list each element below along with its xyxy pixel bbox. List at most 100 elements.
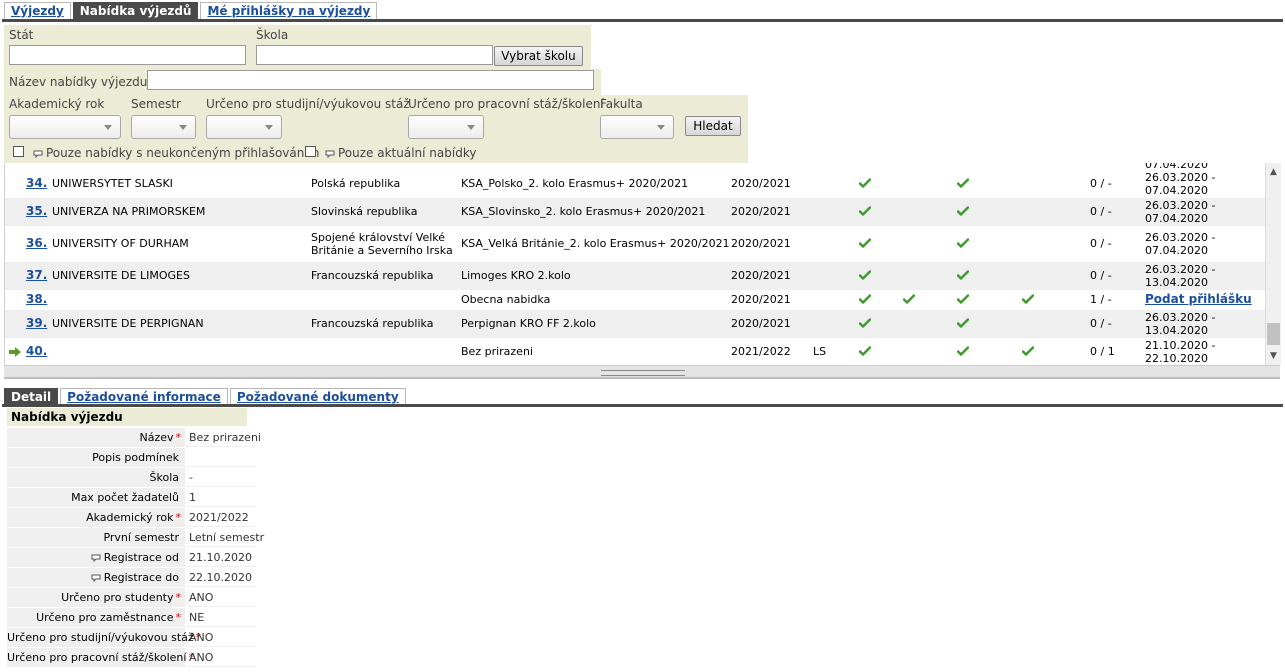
scroll-thumb[interactable]	[1267, 323, 1280, 345]
row-datum-do: 13.04.2020	[1145, 324, 1208, 337]
detail-label: Určeno pro zaměstnance *	[7, 608, 185, 627]
stat-input[interactable]	[9, 45, 246, 65]
aktualni-label: Pouze aktuální nabídky	[325, 146, 476, 160]
tab-vyjezdy[interactable]: Výjezdy	[4, 2, 71, 19]
skola-input[interactable]	[256, 45, 493, 65]
tab-pozadovane-informace[interactable]: Požadované informace	[60, 388, 228, 405]
detail-label-text: Registrace do	[103, 571, 179, 584]
detail-value	[186, 448, 256, 467]
neukoncene-text: Pouze nabídky s neukončeným přihlašování…	[46, 146, 320, 160]
vybrat-skolu-button[interactable]: Vybrat školu	[494, 46, 583, 66]
chevron-down-icon	[104, 125, 112, 130]
table-row[interactable]: 35. UNIVERZA NA PRIMORSKEM Slovinská repub…	[5, 198, 1266, 226]
row-number-link[interactable]: 39.	[26, 317, 47, 330]
checkmark-icon	[858, 346, 872, 356]
check-cell	[858, 294, 872, 307]
check-cell	[858, 206, 872, 219]
detail-label-text: Určeno pro pracovní stáž/školení	[7, 651, 187, 664]
table-row[interactable]: 38. Obecna nabidka 2020/2021 1 / - Podat při…	[5, 290, 1266, 310]
tab-nabidka-vyjezdu[interactable]: Nabídka výjezdů	[72, 2, 199, 19]
pane-splitter[interactable]	[4, 365, 1280, 379]
row-stat: Polská republika	[311, 177, 401, 190]
row-stat: Spojené království Velké	[311, 231, 446, 244]
detail-label-text: Akademický rok	[86, 511, 174, 524]
row-stat: Slovinská republika	[311, 205, 418, 218]
detail-value: NE	[186, 608, 256, 627]
chevron-down-icon	[467, 125, 475, 130]
arrow-right-icon	[9, 347, 21, 357]
required-marker: *	[175, 591, 182, 604]
hledat-button[interactable]: Hledat	[685, 116, 741, 136]
table-row[interactable]: 39. UNIVERSITE DE PERPIGNAN Francouzská re…	[5, 310, 1266, 338]
checkmark-icon	[858, 206, 872, 216]
row-number-link[interactable]: 35.	[26, 205, 47, 218]
detail-label: Název *	[7, 428, 185, 447]
row-pocet: 0 / -	[1090, 237, 1112, 250]
check-cell	[956, 318, 970, 331]
detail-value: 22.10.2020	[186, 568, 256, 587]
checkmark-icon	[858, 178, 872, 188]
detail-value: ANO	[186, 648, 256, 667]
row-skola: UNIVERZA NA PRIMORSKEM	[52, 205, 206, 218]
row-akad-rok: 2021/2022	[731, 345, 791, 358]
check-cell	[858, 178, 872, 191]
podat-prihlasku-link[interactable]: Podat přihlášku	[1145, 293, 1252, 306]
detail-label: Registrace od	[7, 548, 185, 567]
tab-me-prihlasky[interactable]: Mé přihlášky na výjezdy	[200, 2, 378, 19]
row-datum-do: 07.04.2020	[1145, 184, 1208, 197]
checkmark-icon	[956, 178, 970, 188]
skola-label: Škola	[256, 28, 289, 42]
stat-label: Stát	[9, 28, 34, 42]
checkmark-icon	[1021, 346, 1035, 356]
neukoncene-checkbox[interactable]	[13, 146, 24, 157]
row-akad-rok: 2020/2021	[731, 237, 791, 250]
required-marker: *	[175, 431, 182, 444]
row-number-link[interactable]: 40.	[26, 345, 47, 358]
pracovni-staz-select[interactable]	[408, 115, 484, 139]
checkmark-icon	[858, 318, 872, 328]
row-nabidka: Obecna nabidka	[461, 293, 551, 306]
semestr-select[interactable]	[131, 115, 196, 139]
comment-icon	[325, 150, 335, 158]
row-akad-rok: 2020/2021	[731, 293, 791, 306]
detail-value: ANO	[186, 588, 256, 607]
row-number-link[interactable]: 34.	[26, 177, 47, 190]
row-pocet: 1 / -	[1090, 293, 1112, 306]
tab-divider	[2, 19, 1283, 22]
detail-label: Max počet žadatelů	[7, 488, 185, 507]
detail-label-text: První semestr	[103, 531, 179, 544]
checkmark-icon	[956, 206, 970, 216]
chevron-down-icon	[657, 125, 665, 130]
aktualni-checkbox[interactable]	[305, 146, 316, 157]
scroll-down-icon[interactable]: ▼	[1266, 349, 1281, 363]
nazev-input[interactable]	[147, 70, 594, 90]
tab-pozadovane-dokumenty[interactable]: Požadované dokumenty	[229, 388, 406, 405]
row-akad-rok: 2020/2021	[731, 205, 791, 218]
detail-label-text: Název	[139, 431, 174, 444]
row-number-link[interactable]: 37.	[26, 269, 47, 282]
table-row[interactable]: 40. Bez prirazeni 2021/2022 LS 0 / 1 21.10.20…	[5, 338, 1266, 365]
detail-label-text: Max počet žadatelů	[71, 491, 179, 504]
checkmark-icon	[902, 294, 916, 304]
detail-value: -	[186, 468, 256, 487]
table-row[interactable]: 36. UNIVERSITY OF DURHAM Spojené královstv…	[5, 226, 1266, 262]
akad-rok-label: Akademický rok	[9, 97, 105, 111]
row-number-link[interactable]: 36.	[26, 237, 47, 250]
check-cell	[1021, 346, 1035, 359]
studijni-staz-select[interactable]	[206, 115, 282, 139]
grid-scrollbar[interactable]: ▲ ▼	[1265, 163, 1281, 365]
tab-detail[interactable]: Detail	[4, 388, 59, 405]
checkmark-icon	[858, 294, 872, 304]
row-pocet: 0 / -	[1090, 205, 1112, 218]
detail-label: První semestr	[7, 528, 185, 547]
row-number-link[interactable]: 38.	[26, 293, 47, 306]
table-row[interactable]: 37. UNIVERSITE DE LIMOGES Francouzská repu…	[5, 262, 1266, 290]
table-row[interactable]: 34. UNIWERSYTET SLASKI Polská republika KSA…	[5, 170, 1266, 198]
detail-value: ANO	[186, 628, 256, 647]
akad-rok-select[interactable]	[9, 115, 121, 139]
row-stat-line2: Británie a Severního Irska	[311, 244, 453, 257]
scroll-up-icon[interactable]: ▲	[1266, 165, 1281, 179]
detail-value: 1	[186, 488, 256, 507]
fakulta-select[interactable]	[600, 115, 674, 139]
splitter-grip-icon[interactable]	[601, 370, 685, 376]
